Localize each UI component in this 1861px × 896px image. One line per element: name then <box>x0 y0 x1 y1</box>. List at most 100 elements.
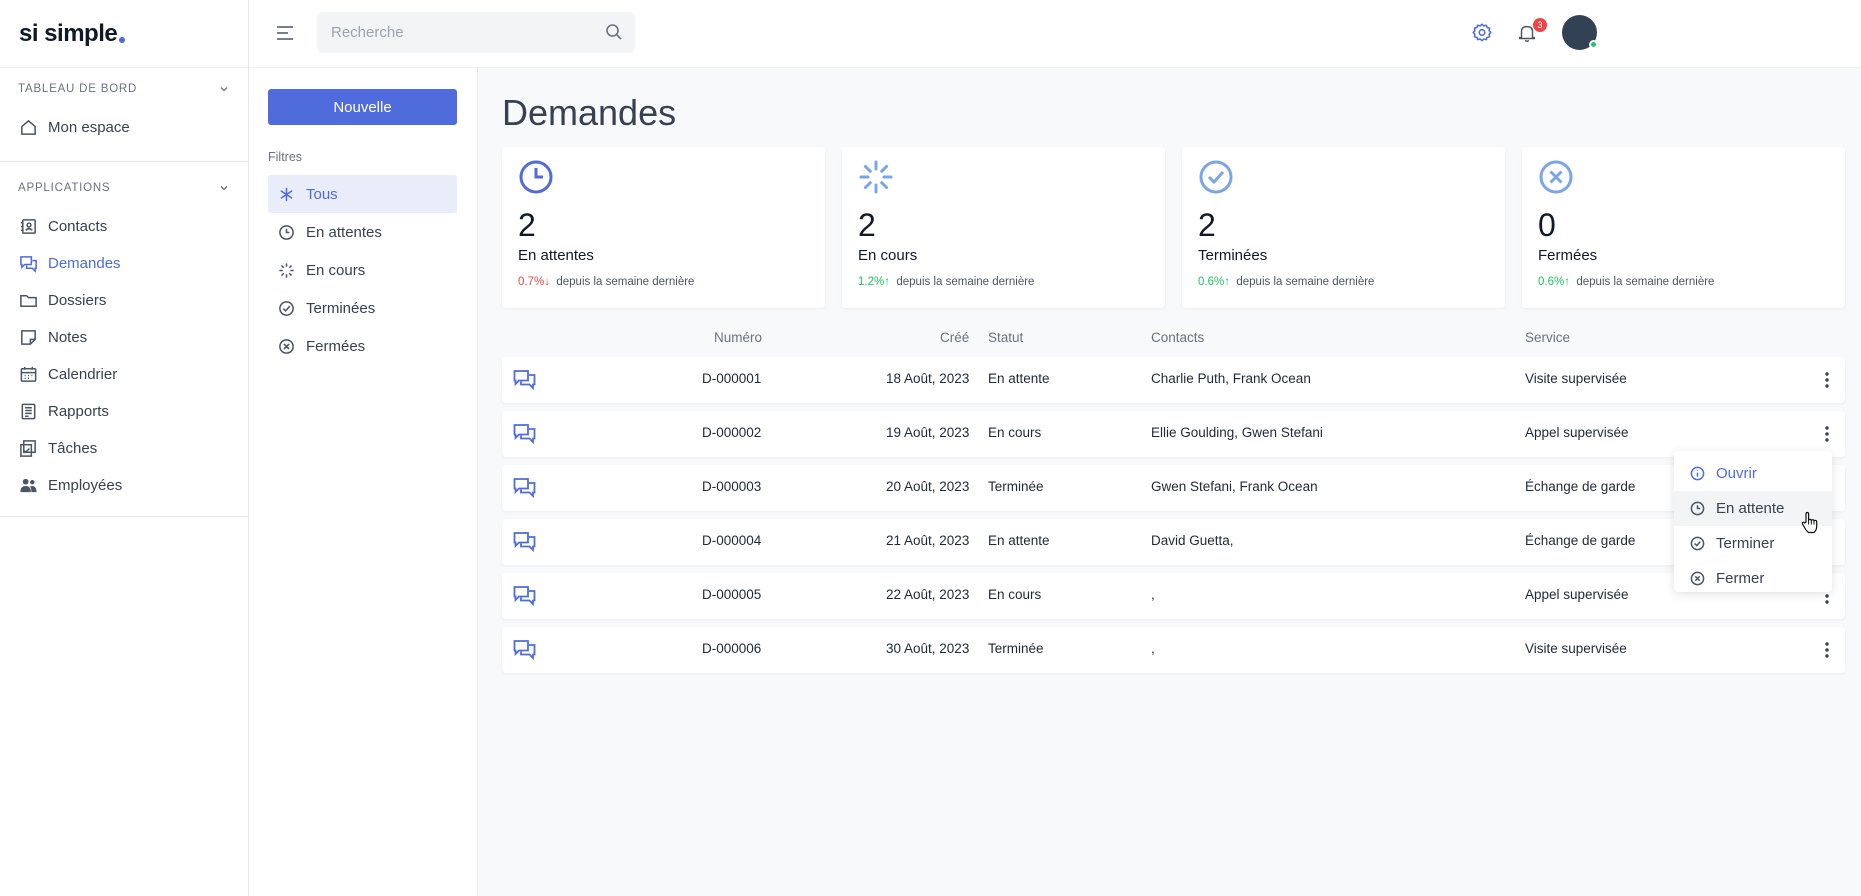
sidebar-item-rapports[interactable]: Rapports <box>0 393 248 430</box>
filter-terminees[interactable]: Terminées <box>268 289 457 327</box>
sidebar-divider <box>0 516 248 517</box>
sidebar-item-mon-espace[interactable]: Mon espace <box>0 109 248 146</box>
settings-gear-icon[interactable] <box>1471 22 1493 44</box>
asterisk-icon <box>280 187 293 201</box>
menu-item-fermer[interactable]: Fermer <box>1674 561 1832 596</box>
table-row[interactable]: D-000006 30 Août, 2023 Terminée , Visite… <box>502 627 1845 673</box>
filter-en-attentes[interactable]: En attentes <box>268 213 457 251</box>
column-header-service[interactable]: Service <box>1525 330 1570 345</box>
kebab-menu-icon[interactable] <box>1822 370 1832 390</box>
arrow-up-icon: ↑ <box>1224 276 1230 288</box>
cell-contacts: , <box>1151 587 1155 602</box>
section-title: TABLEAU DE BORD <box>18 83 138 95</box>
sidebar-item-demandes[interactable]: Demandes <box>0 245 248 282</box>
section-title: APPLICATIONS <box>18 182 111 194</box>
cell-statut: En attente <box>988 371 1050 386</box>
chevron-down-icon <box>220 186 228 191</box>
filter-en-cours[interactable]: En cours <box>268 251 457 289</box>
brand-logo[interactable]: si simple <box>0 0 248 68</box>
sidebar-item-label: Demandes <box>48 255 121 272</box>
folder-icon <box>20 294 37 307</box>
cell-statut: En attente <box>988 533 1050 548</box>
topbar <box>249 0 1861 68</box>
user-avatar[interactable] <box>1562 15 1598 50</box>
cell-statut: En cours <box>988 425 1042 440</box>
note-icon <box>21 330 36 345</box>
section-applications[interactable]: APPLICATIONS <box>0 168 248 208</box>
new-request-button[interactable]: Nouvelle <box>268 89 457 125</box>
cell-service: Appel supervisée <box>1525 587 1629 602</box>
stat-delta-text: depuis la semaine dernière <box>556 276 695 288</box>
menu-item-label: Fermer <box>1716 570 1765 587</box>
stat-delta-pct: 0.7% <box>518 276 545 288</box>
column-header-contacts[interactable]: Contacts <box>1151 330 1204 345</box>
search-box <box>317 12 635 53</box>
kebab-menu-icon[interactable] <box>1822 424 1832 444</box>
contacts-icon <box>20 219 36 234</box>
cell-service: Échange de garde <box>1525 533 1636 548</box>
table-row[interactable]: D-000003 20 Août, 2023 Terminée Gwen Ste… <box>502 465 1845 511</box>
menu-item-ouvrir[interactable]: Ouvrir <box>1674 456 1832 491</box>
sidebar-item-contacts[interactable]: Contacts <box>0 208 248 245</box>
stat-delta-text: depuis la semaine dernière <box>1236 276 1375 288</box>
sidebar-item-dossiers[interactable]: Dossiers <box>0 282 248 319</box>
page-title: Demandes <box>502 92 677 133</box>
kebab-menu-icon[interactable] <box>1822 640 1832 660</box>
cell-contacts: Gwen Stefani, Frank Ocean <box>1151 479 1318 494</box>
filter-tous[interactable]: Tous <box>268 175 457 213</box>
sidebar-item-notes[interactable]: Notes <box>0 319 248 356</box>
arrow-up-icon: ↑ <box>1564 276 1570 288</box>
cell-cree: 18 Août, 2023 <box>886 371 970 386</box>
cell-contacts: Charlie Puth, Frank Ocean <box>1151 371 1311 386</box>
chat-icon <box>513 640 536 661</box>
filter-label: Fermées <box>306 337 366 355</box>
sidebar-item-label: Contacts <box>48 218 108 235</box>
table-row[interactable]: D-000004 21 Août, 2023 En attente David … <box>502 519 1845 565</box>
cell-numero: D-000006 <box>702 641 762 656</box>
stat-value: 2 <box>858 207 876 243</box>
hamburger-menu-icon[interactable] <box>276 24 294 42</box>
table-row[interactable]: D-000001 18 Août, 2023 En attente Charli… <box>502 357 1845 403</box>
filter-label: En cours <box>306 261 366 279</box>
spinner-icon <box>279 262 294 278</box>
table-row[interactable]: D-000005 22 Août, 2023 En cours , Appel … <box>502 573 1845 619</box>
calendar-icon <box>20 366 37 382</box>
column-header-cree[interactable]: Créé <box>940 330 969 345</box>
filters-panel: Nouvelle Filtres Tous En attentes En cou… <box>249 68 478 896</box>
menu-item-label: Ouvrir <box>1716 465 1757 482</box>
column-header-numero[interactable]: Numéro <box>714 330 762 345</box>
brand-dot <box>119 36 126 43</box>
stat-value: 0 <box>1538 207 1556 243</box>
sidebar-item-taches[interactable]: Tâches <box>0 430 248 467</box>
filters-label: Filtres <box>268 150 303 164</box>
search-icon[interactable] <box>605 23 623 41</box>
spinner-icon <box>859 160 893 194</box>
x-circle-icon <box>1690 571 1705 586</box>
filter-list: Tous En attentes En cours Terminées Ferm… <box>268 175 457 365</box>
stat-card-en-attentes: 2 En attentes 0.7%↓ depuis la semaine de… <box>502 147 825 308</box>
cell-numero: D-000003 <box>702 479 762 494</box>
sidebar-item-employees[interactable]: Employées <box>0 467 248 504</box>
section-dashboard[interactable]: TABLEAU DE BORD <box>0 69 248 109</box>
filter-fermees[interactable]: Fermées <box>268 327 457 365</box>
stat-card-terminees: 2 Terminées 0.6%↑ depuis la semaine dern… <box>1182 147 1505 308</box>
clock-icon <box>519 160 553 194</box>
stat-delta: 1.2%↑ depuis la semaine dernière <box>858 276 1034 288</box>
sidebar-divider <box>0 161 248 162</box>
cell-cree: 19 Août, 2023 <box>886 425 970 440</box>
stat-delta: 0.7%↓ depuis la semaine dernière <box>518 276 694 288</box>
cell-cree: 20 Août, 2023 <box>886 479 970 494</box>
filter-label: En attentes <box>306 223 382 241</box>
stat-delta-text: depuis la semaine dernière <box>1576 276 1715 288</box>
stat-value: 2 <box>1198 207 1216 243</box>
x-circle-icon <box>1539 160 1573 194</box>
search-input[interactable] <box>317 12 587 53</box>
sidebar-item-calendrier[interactable]: Calendrier <box>0 356 248 393</box>
chat-icon <box>513 370 536 391</box>
cell-cree: 21 Août, 2023 <box>886 533 970 548</box>
column-header-statut[interactable]: Statut <box>988 330 1023 345</box>
notification-badge: 3 <box>1533 18 1547 32</box>
table-row[interactable]: D-000002 19 Août, 2023 En cours Ellie Go… <box>502 411 1845 457</box>
stat-value: 2 <box>518 207 536 243</box>
x-circle-icon <box>279 338 294 354</box>
